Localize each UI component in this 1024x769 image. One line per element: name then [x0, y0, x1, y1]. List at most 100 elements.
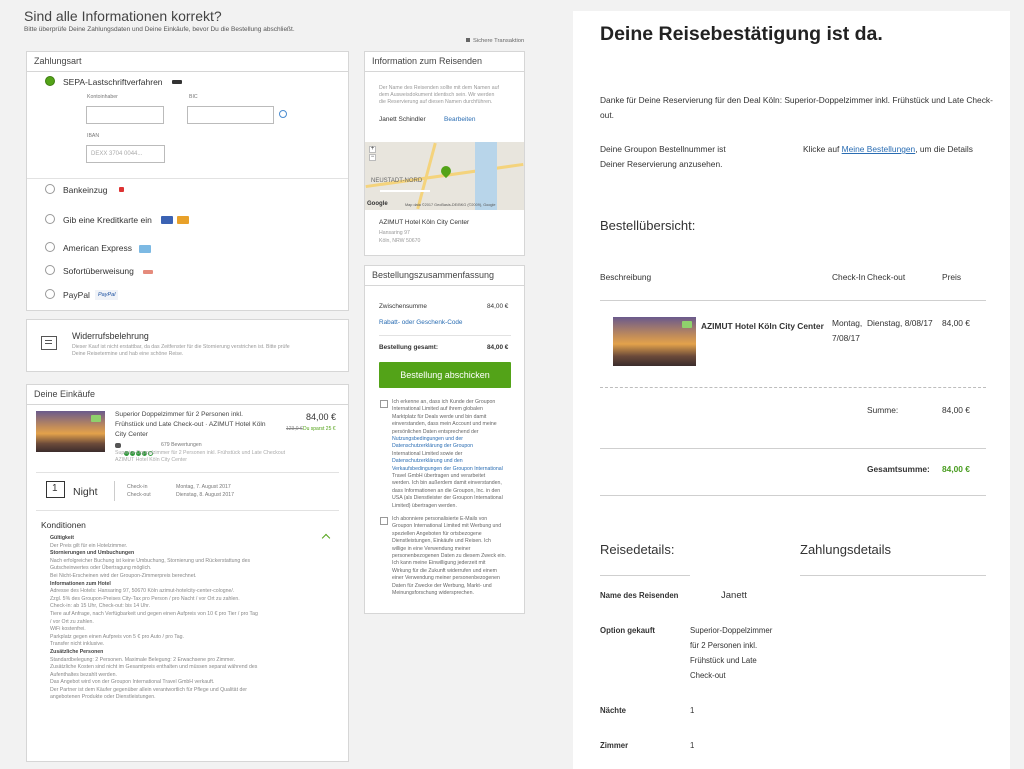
deal-title-1[interactable]: Superior Doppelzimmer für 2 Personen ink…: [115, 411, 243, 418]
radio-bankeinzug[interactable]: [45, 184, 55, 194]
radio-sepa[interactable]: [45, 76, 55, 86]
radio-amex[interactable]: [45, 242, 55, 252]
paypal-badge: PayPal: [95, 290, 119, 300]
option-amex[interactable]: American Express: [63, 243, 132, 253]
checkin-date: Montag, 7. August 2017: [176, 484, 231, 490]
iban-label: IBAN: [87, 133, 100, 139]
rating-dots: [124, 443, 159, 456]
option-creditcard[interactable]: Gib eine Kreditkarte ein: [63, 215, 152, 225]
withdrawal-text-2: Deine Reisetermine und hab eine schöne R…: [72, 351, 184, 357]
order-summary-box: Bestellungszusammenfassung Zwischensumme…: [364, 265, 525, 614]
total-rule: [600, 495, 986, 496]
consent-line: Marktplatz für Deals werde und bin damit: [392, 413, 487, 420]
option-bankeinzug[interactable]: Bankeinzug: [63, 185, 107, 195]
consent-line: Datenschutzerklärung und den: [392, 458, 463, 465]
consent-checkbox-1[interactable]: [380, 400, 388, 408]
consent-line: einverstanden, dass mein Account und mei…: [392, 421, 497, 428]
conditions-list: Gültigkeit Der Preis gilt für ein Hotelzi…: [50, 535, 335, 702]
nights-label: Night: [73, 486, 98, 498]
mastercard-icon: [177, 216, 189, 224]
traveler-info-header: Information zum Reisenden: [365, 52, 524, 72]
deal-saving: Du sparst 25 €: [303, 426, 336, 432]
consent-line: Wirkung für die Zukunft widerrufen und e…: [392, 567, 497, 574]
payment-method-box: Zahlungsart SEPA-Lastschriftverfahren Ko…: [26, 51, 349, 311]
option-label: Option gekauft: [600, 626, 656, 635]
subtotal-label: Zwischensumme: [379, 303, 427, 310]
hotel-name: AZIMUT Hotel Köln City Center: [379, 219, 470, 226]
conditions-line: angebotenen Produkte oder Dienstleistung…: [50, 694, 156, 701]
subtotal-value: 84,00 €: [487, 303, 509, 310]
conditions-line: Tiere auf Anfrage, nach Verfügbarkeit un…: [50, 610, 258, 617]
edit-traveler-link[interactable]: Bearbeiten: [444, 116, 475, 123]
conditions-line: Check-in: ab 15 Uhr, Check-out: bis 14 U…: [50, 603, 151, 610]
checkout-date: Dienstag, 8. August 2017: [176, 492, 234, 498]
option-line-4: Check-out: [690, 671, 726, 680]
consent-checkbox-2[interactable]: [380, 517, 388, 525]
bic-label: BIC: [189, 94, 198, 100]
option-paypal[interactable]: PayPal: [63, 290, 90, 300]
bic-input[interactable]: [187, 106, 274, 124]
amex-card-icon: [139, 245, 151, 253]
conditions-line: Zzgl. 5% des Groupon-Preises City-Tax pr…: [50, 595, 240, 602]
conditions-line: / vor Ort zu zahlen.: [50, 618, 94, 625]
page-subtitle: Bitte überprüfe Deine Zahlungsdaten und …: [24, 26, 295, 33]
conditions-title[interactable]: Konditionen: [41, 520, 86, 530]
klicke-line: Klicke auf Meine Bestellungen, um die De…: [803, 144, 973, 154]
page-title: Sind alle Informationen korrekt?: [24, 8, 222, 24]
consent-text-2: Ich abonniere personalisierte E-Mails vo…: [392, 516, 506, 597]
account-holder-input[interactable]: [86, 106, 164, 124]
deal-title-2[interactable]: Frühstück und Late Check-out · AZIMUT Ho…: [115, 421, 266, 428]
grand-total-label: Gesamtsumme:: [867, 464, 930, 474]
sofort-logo-icon: [143, 270, 153, 274]
nights-label: Nächte: [600, 706, 626, 715]
option-line-3: Frühstück und Late: [690, 656, 757, 665]
radio-creditcard[interactable]: [45, 214, 55, 224]
radio-paypal[interactable]: [45, 289, 55, 299]
consent-line: werden. Ich bin außerdem damit einversta…: [392, 480, 502, 487]
summary-divider: [379, 335, 511, 336]
checkin-label: Check-in: [127, 484, 148, 490]
map-zoom-out[interactable]: −: [369, 154, 376, 161]
iban-input[interactable]: DEXX 3704 0044...: [86, 145, 165, 163]
radio-sofort[interactable]: [45, 265, 55, 275]
sepa-label[interactable]: SEPA-Lastschriftverfahren: [63, 77, 163, 87]
deal-photo: [36, 411, 105, 452]
consent-line: Daten für Zwecke der Werbung, Markt- und: [392, 582, 492, 589]
lock-icon: [466, 38, 470, 42]
consent-line: USA (als Dienstleister der Groupon Inter…: [392, 495, 503, 502]
conditions-line: Der Partner ist dem Käufer gegenüber all…: [50, 686, 247, 693]
purchases-divider-2: [36, 510, 339, 511]
my-orders-link[interactable]: Meine Bestellungen: [842, 144, 916, 154]
withdrawal-title: Widerrufsbelehrung: [72, 331, 149, 341]
payment-details-rule: [800, 575, 986, 576]
traveler-note-3: die Reservierung auf diesen Namen durchf…: [379, 99, 493, 105]
info-circle-icon[interactable]: [279, 110, 287, 118]
deal-title-3[interactable]: City Center: [115, 431, 148, 438]
submit-order-button[interactable]: Bestellung abschicken: [379, 362, 511, 388]
consent-line: Ich abonniere personalisierte E-Mails vo…: [392, 516, 488, 522]
sum-rule: [600, 448, 986, 449]
sepa-logo-icon: [172, 80, 182, 84]
consent-text-1: Ich erkenne an, dass ich Kunde der Group…: [392, 399, 503, 510]
traveler-label: Name des Reisenden: [600, 591, 679, 600]
review-count[interactable]: 679 Bewertungen: [161, 442, 202, 449]
order-number-line-1: Deine Groupon Bestellnummer ist: [600, 144, 726, 154]
deal-price: 84,00 €: [306, 412, 337, 422]
conditions-line: Aufenthaltes bezahlt werden.: [50, 671, 117, 678]
row-dashed-rule: [600, 387, 986, 388]
bank-flag-icon: [119, 187, 124, 192]
payment-header: Zahlungsart: [27, 52, 348, 72]
consent-line: Meinungsforschung widersprechen.: [392, 590, 474, 597]
traveler-value: Janett: [721, 590, 747, 601]
coupon-link[interactable]: Rabatt- oder Geschenk-Code: [379, 319, 462, 326]
withdrawal-box: Widerrufsbelehrung Dieser Kauf ist nicht…: [26, 319, 349, 372]
consent-line: Datenschutzerklärung der Groupon: [392, 443, 474, 450]
map[interactable]: + − NEUSTADT-NORD Google Map data ©2017 …: [365, 142, 524, 210]
map-zoom-in[interactable]: +: [369, 146, 376, 153]
consent-line: International Limited sowie der: [392, 450, 463, 457]
payment-divider: [27, 178, 348, 179]
option-sofort[interactable]: Sofortüberweisung: [63, 266, 134, 276]
col-checkout: Check-out: [867, 272, 906, 282]
traveler-name: Janett Schindler: [379, 116, 426, 123]
col-description: Beschreibung: [600, 272, 652, 282]
